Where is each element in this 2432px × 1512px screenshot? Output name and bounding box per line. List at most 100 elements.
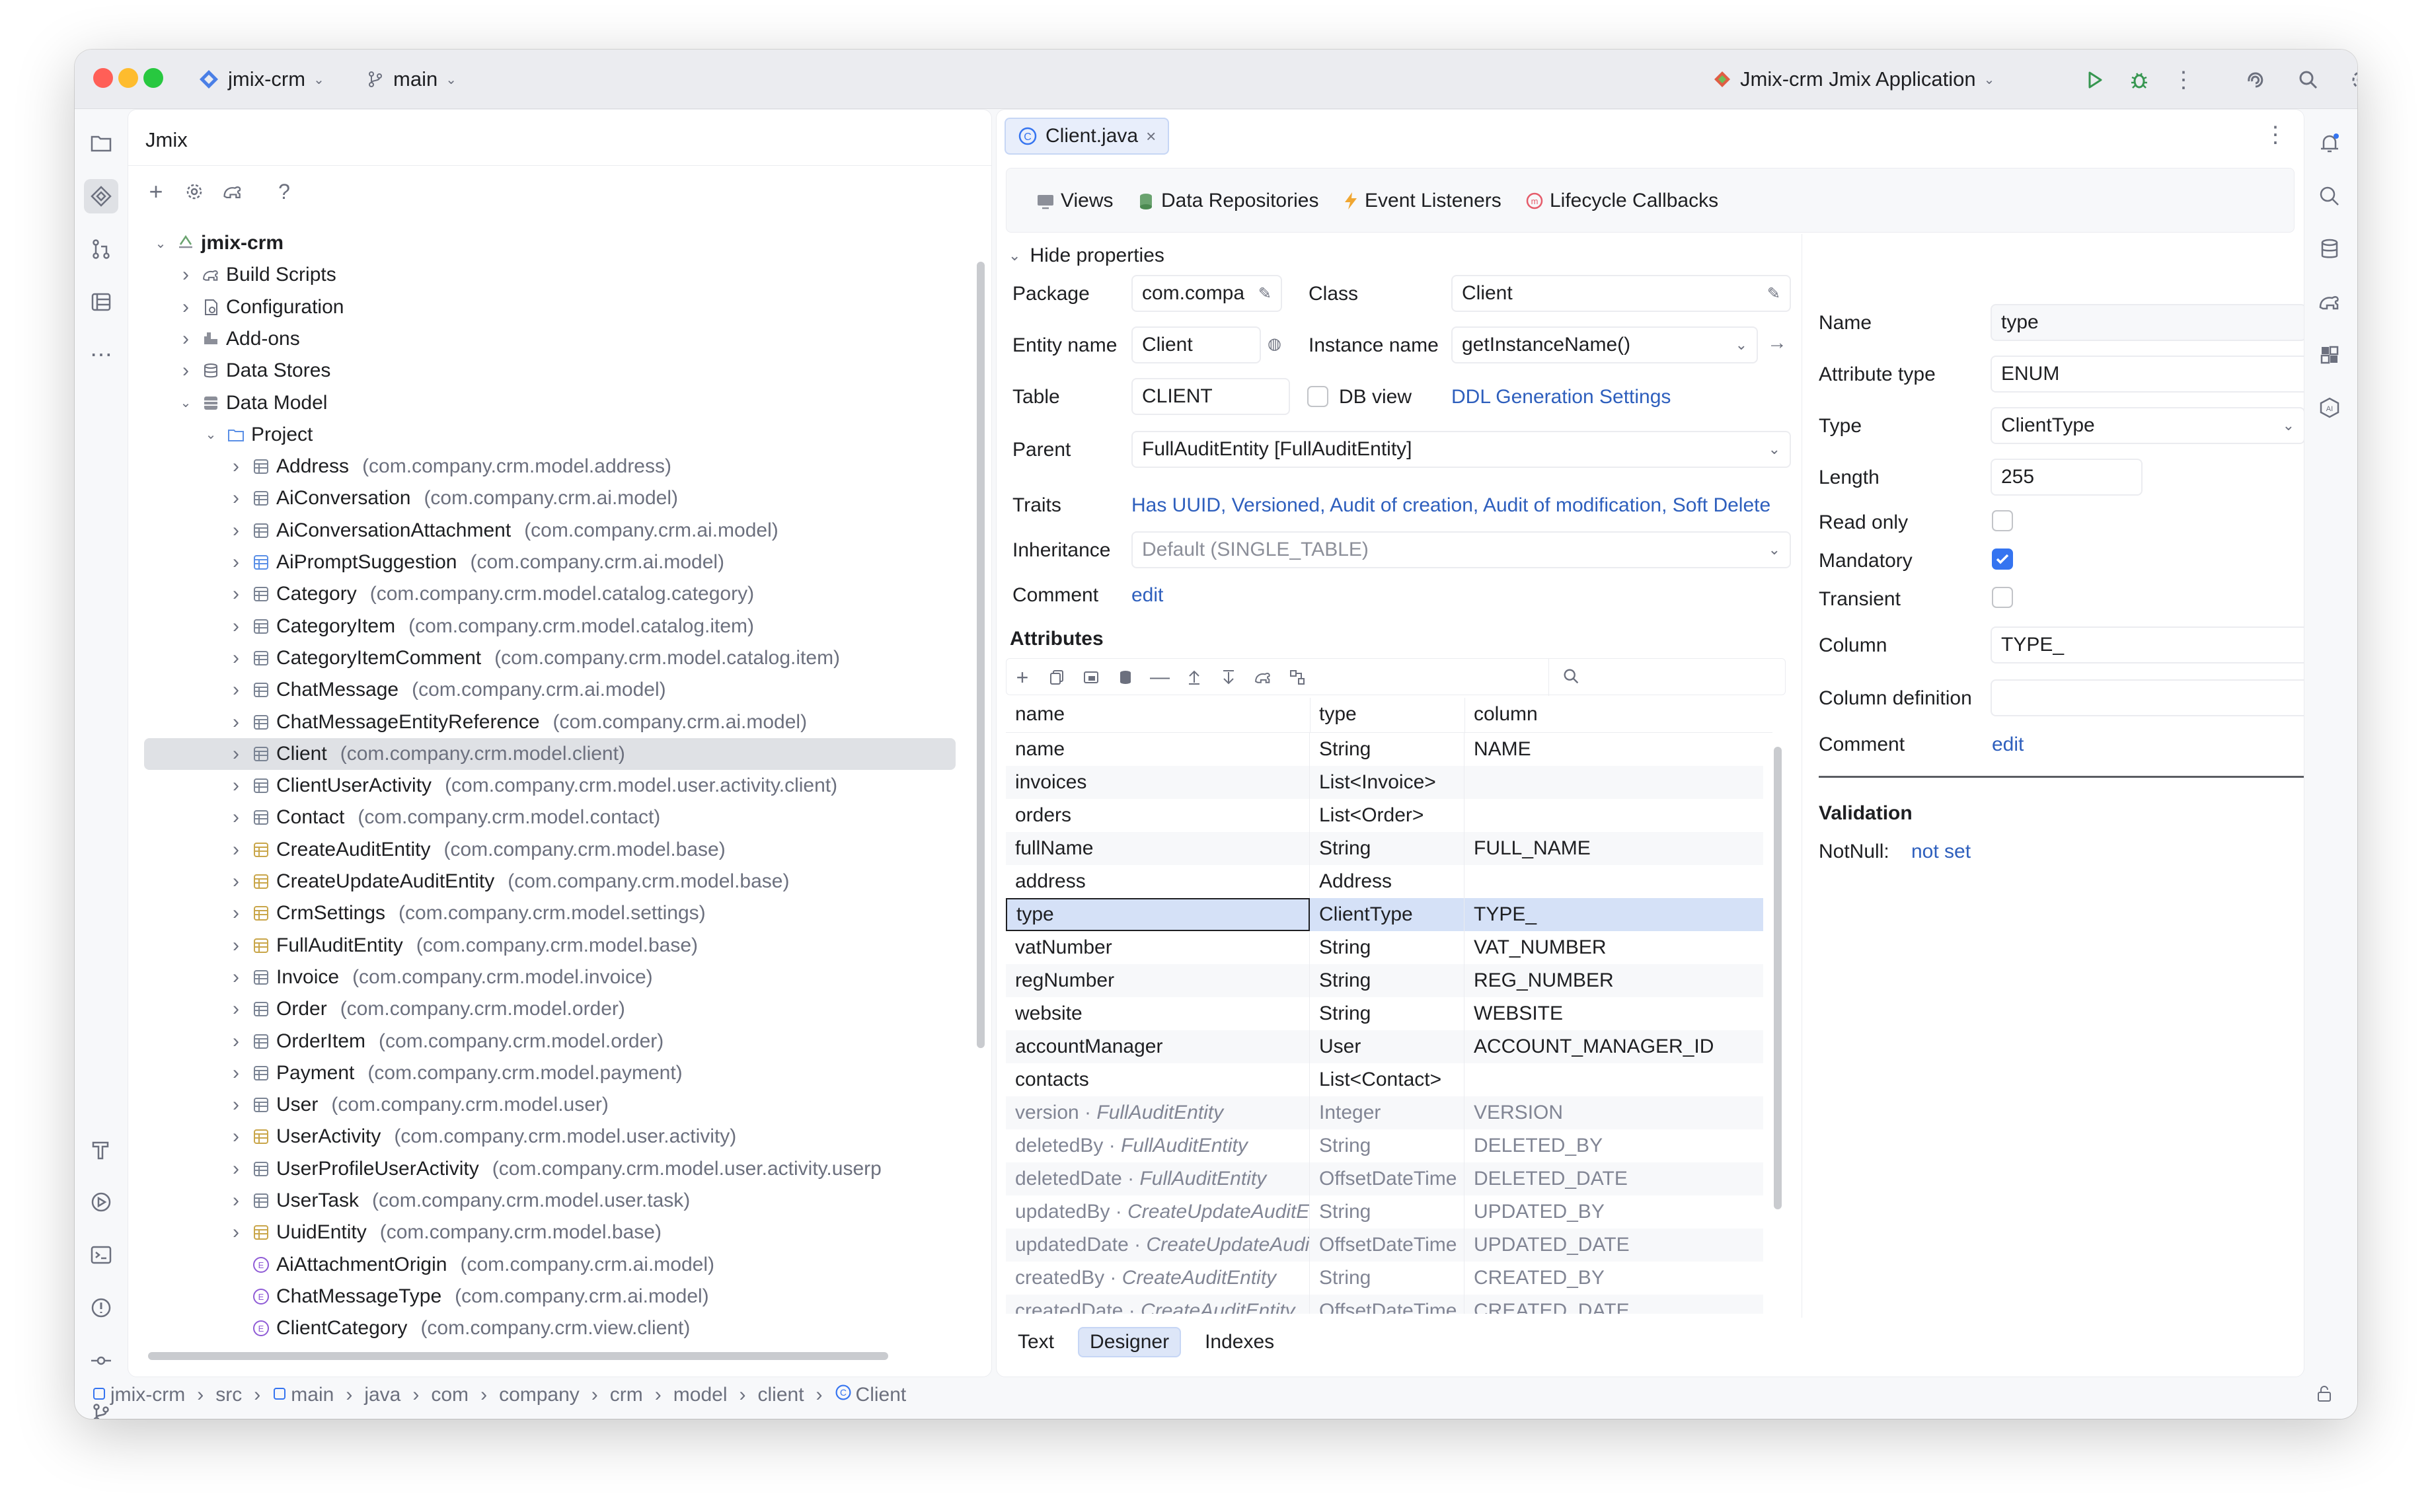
- chevron-right-icon[interactable]: ›: [229, 615, 243, 637]
- breadcrumb-item[interactable]: main: [272, 1384, 334, 1406]
- chevron-right-icon[interactable]: ›: [229, 839, 243, 860]
- entity-name-field[interactable]: Client: [1131, 326, 1261, 363]
- add-icon[interactable]: +: [143, 178, 169, 205]
- services-icon[interactable]: [84, 1185, 118, 1219]
- edit-pencil-icon[interactable]: ✎: [1767, 284, 1780, 303]
- close-tab-icon[interactable]: ×: [1146, 126, 1156, 147]
- chevron-right-icon[interactable]: ›: [178, 264, 193, 285]
- attribute-type-cell[interactable]: List<Invoice>: [1310, 766, 1464, 799]
- attribute-name-cell[interactable]: invoices: [1006, 766, 1310, 799]
- attribute-column-cell[interactable]: UPDATED_DATE: [1464, 1228, 1763, 1262]
- attribute-type-cell[interactable]: String: [1310, 964, 1464, 997]
- data-repositories-tab[interactable]: Data Repositories: [1136, 184, 1318, 217]
- tree-node[interactable]: › Add-ons: [128, 323, 971, 355]
- ai-assistant-icon[interactable]: [2242, 67, 2269, 93]
- type-select[interactable]: ClientType ⌄: [1991, 407, 2304, 444]
- attribute-type-cell[interactable]: String: [1310, 1195, 1464, 1228]
- attribute-column-cell[interactable]: [1464, 799, 1763, 832]
- chevron-right-icon[interactable]: ›: [229, 1062, 243, 1084]
- attribute-name-cell[interactable]: updatedDate · CreateUpdateAudi: [1006, 1228, 1310, 1262]
- tree-entity-item[interactable]: › CreateAuditEntity (com.company.crm.model…: [128, 834, 971, 866]
- tree-vertical-scrollbar[interactable]: [977, 262, 985, 1048]
- attribute-row[interactable]: createdDate · CreateAuditEntity OffsetDat…: [1006, 1295, 1763, 1314]
- git-commit-icon[interactable]: [84, 1343, 118, 1378]
- attribute-type-select[interactable]: ENUM ⌄: [1991, 356, 2304, 393]
- tree-node[interactable]: › Build Scripts: [128, 259, 971, 291]
- move-up-icon[interactable]: [1184, 669, 1205, 686]
- gradle-elephant-icon[interactable]: [2312, 285, 2347, 319]
- attribute-name-cell[interactable]: address: [1006, 865, 1310, 898]
- editor-more-icon[interactable]: ⋮: [2264, 122, 2287, 148]
- notnull-link[interactable]: not set: [1911, 841, 1971, 863]
- attribute-type-cell[interactable]: String: [1310, 1129, 1464, 1162]
- tree-entity-item[interactable]: › UserActivity (com.company.crm.model.user…: [128, 1121, 971, 1153]
- help-icon[interactable]: ?: [271, 178, 297, 205]
- attribute-row[interactable]: updatedDate · CreateUpdateAudi OffsetDate…: [1006, 1228, 1763, 1262]
- attribute-name-cell[interactable]: version · FullAuditEntity: [1006, 1096, 1310, 1129]
- attribute-column-cell[interactable]: CREATED_DATE: [1464, 1295, 1763, 1314]
- lock-icon[interactable]: [2315, 1384, 2334, 1403]
- ai-assistant-side-icon[interactable]: AI: [2312, 391, 2347, 425]
- attribute-column-cell[interactable]: [1464, 865, 1763, 898]
- event-listeners-tab[interactable]: Event Listeners: [1342, 184, 1501, 217]
- tree-entity-item[interactable]: › Payment (com.company.crm.model.payment): [128, 1057, 971, 1089]
- tree-entity-item[interactable]: › ChatMessageEntityReference (com.company.…: [128, 706, 971, 738]
- tree-entity-item[interactable]: › CategoryItem (com.company.crm.model.cata…: [128, 611, 971, 642]
- attribute-name-cell[interactable]: createdBy · CreateAuditEntity: [1006, 1262, 1310, 1295]
- attribute-column-cell[interactable]: NAME: [1464, 733, 1763, 766]
- attribute-type-cell[interactable]: User: [1310, 1030, 1464, 1063]
- hide-properties-toggle[interactable]: ⌄ Hide properties: [1008, 239, 1164, 272]
- chevron-right-icon[interactable]: ›: [178, 296, 193, 318]
- copy-icon[interactable]: [1046, 669, 1067, 686]
- attribute-name-cell[interactable]: deletedBy · FullAuditEntity: [1006, 1129, 1310, 1162]
- attribute-row[interactable]: invoices List<Invoice>: [1006, 766, 1763, 799]
- chevron-right-icon[interactable]: ›: [229, 902, 243, 924]
- attribute-name-cell[interactable]: createdDate · CreateAuditEntity: [1006, 1295, 1310, 1314]
- attribute-type-cell[interactable]: String: [1310, 931, 1464, 964]
- attribute-type-cell[interactable]: List<Order>: [1310, 799, 1464, 832]
- chevron-right-icon[interactable]: ›: [229, 775, 243, 796]
- attribute-row[interactable]: website String WEBSITE: [1006, 997, 1763, 1030]
- tree-entity-item[interactable]: › CategoryItemComment (com.company.crm.mod…: [128, 642, 971, 674]
- attribute-row[interactable]: address Address: [1006, 865, 1763, 898]
- tree-entity-item[interactable]: › ChatMessage (com.company.crm.ai.model): [128, 674, 971, 706]
- ddl-generation-settings-link[interactable]: DDL Generation Settings: [1451, 386, 1671, 408]
- chevron-right-icon[interactable]: ›: [229, 1158, 243, 1180]
- run-config-selector[interactable]: Jmix-crm Jmix Application ⌄: [1712, 63, 1995, 96]
- attribute-row[interactable]: fullName String FULL_NAME: [1006, 832, 1763, 865]
- structure-icon[interactable]: [84, 285, 118, 319]
- breadcrumb-item[interactable]: java: [364, 1384, 400, 1406]
- breadcrumb-item[interactable]: C Client: [835, 1384, 906, 1406]
- chevron-right-icon[interactable]: ›: [229, 711, 243, 733]
- problems-icon[interactable]: [84, 1291, 118, 1325]
- indexes-tab[interactable]: Indexes: [1199, 1328, 1279, 1356]
- attribute-type-cell[interactable]: Integer: [1310, 1096, 1464, 1129]
- embedded-icon[interactable]: [1081, 669, 1102, 686]
- tree-entity-item[interactable]: › Address (com.company.crm.model.address): [128, 451, 971, 482]
- attribute-name-cell[interactable]: updatedBy · CreateUpdateAuditE: [1006, 1195, 1310, 1228]
- add-attribute-icon[interactable]: +: [1012, 665, 1033, 690]
- table-field[interactable]: CLIENT: [1131, 378, 1290, 415]
- maximize-window-button[interactable]: [143, 68, 163, 88]
- attribute-row[interactable]: contacts List<Contact>: [1006, 1063, 1763, 1096]
- tree-entity-item[interactable]: › CrmSettings (com.company.crm.model.setti…: [128, 897, 971, 929]
- designer-tab[interactable]: Designer: [1078, 1327, 1182, 1357]
- chevron-right-icon[interactable]: ›: [229, 1190, 243, 1211]
- tree-entity-item[interactable]: › UuidEntity (com.company.crm.model.base): [128, 1217, 971, 1248]
- package-field[interactable]: com.compa ✎: [1131, 275, 1282, 312]
- attribute-column-cell[interactable]: DELETED_BY: [1464, 1129, 1763, 1162]
- attribute-row[interactable]: updatedBy · CreateUpdateAuditE String UPDA…: [1006, 1195, 1763, 1228]
- attribute-row[interactable]: orders List<Order>: [1006, 799, 1763, 832]
- more-tools-icon[interactable]: ⋯: [84, 338, 118, 372]
- tree-entity-item[interactable]: › Client (com.company.crm.model.client): [144, 737, 956, 770]
- attribute-row[interactable]: vatNumber String VAT_NUMBER: [1006, 931, 1763, 964]
- tree-entity-item[interactable]: › FullAuditEntity (com.company.crm.model.b…: [128, 930, 971, 962]
- settings-gear-icon[interactable]: [2348, 67, 2357, 93]
- inheritance-select[interactable]: Default (SINGLE_TABLE) ⌄: [1131, 531, 1791, 568]
- tree-entity-item[interactable]: › CreateUpdateAuditEntity (com.company.crm…: [128, 866, 971, 897]
- navigate-arrow-icon[interactable]: →: [1767, 332, 1787, 354]
- tree-entity-item[interactable]: › UserTask (com.company.crm.model.user.tas…: [128, 1185, 971, 1217]
- tree-entity-item[interactable]: › AiConversationAttachment (com.company.cr…: [128, 515, 971, 547]
- tree-node[interactable]: ⌄ Data Model: [128, 387, 971, 419]
- attribute-type-cell[interactable]: List<Contact>: [1310, 1063, 1464, 1096]
